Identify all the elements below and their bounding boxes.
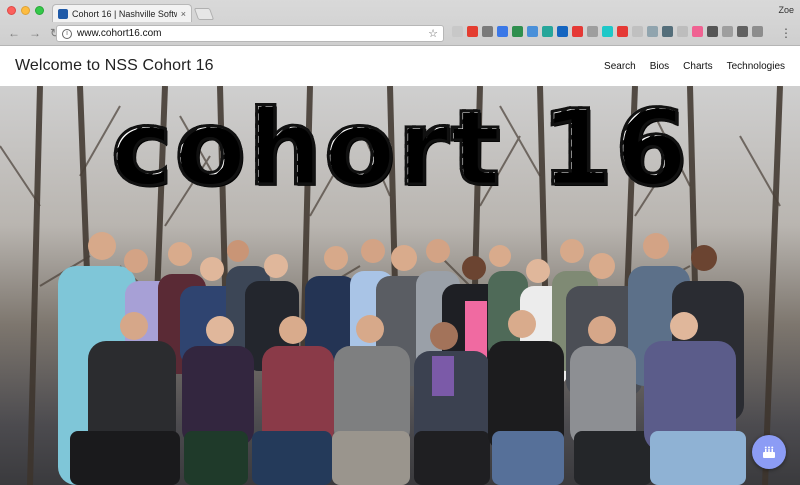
browser-extension-icon[interactable] [587, 26, 598, 37]
browser-extension-icon[interactable] [527, 26, 538, 37]
navigation-buttons: ← → ↻ [8, 26, 60, 40]
birthday-cake-icon [763, 446, 775, 458]
bookmark-star-icon[interactable]: ☆ [428, 27, 438, 40]
browser-extension-icon[interactable] [707, 26, 718, 37]
browser-extension-icon[interactable] [632, 26, 643, 37]
browser-menu-icon[interactable]: ⋮ [780, 26, 792, 40]
browser-extension-icon[interactable] [452, 26, 463, 37]
window-close-button[interactable] [7, 6, 16, 15]
browser-extension-icon[interactable] [692, 26, 703, 37]
hero-title: cohort 16 [0, 95, 800, 202]
nav-link-charts[interactable]: Charts [676, 61, 719, 72]
new-tab-button[interactable] [193, 8, 215, 20]
browser-extension-icon[interactable] [542, 26, 553, 37]
browser-extension-icon[interactable] [677, 26, 688, 37]
window-minimize-button[interactable] [21, 6, 30, 15]
address-bar[interactable]: i www.cohort16.com ☆ [56, 25, 444, 42]
browser-extension-icon[interactable] [512, 26, 523, 37]
profile-name[interactable]: Zoe [778, 5, 794, 15]
browser-extension-icon[interactable] [737, 26, 748, 37]
browser-extension-icon[interactable] [617, 26, 628, 37]
birthday-button[interactable] [752, 435, 786, 469]
nav-link-search[interactable]: Search [597, 61, 643, 72]
hero-photo: cohort 16 [0, 86, 800, 485]
browser-extension-icon[interactable] [572, 26, 583, 37]
browser-extension-icon[interactable] [467, 26, 478, 37]
browser-tab[interactable]: Cohort 16 | Nashville Software × [52, 4, 192, 22]
url-text[interactable]: www.cohort16.com [77, 28, 423, 39]
window-controls [7, 6, 44, 15]
nav-link-technologies[interactable]: Technologies [720, 61, 792, 72]
browser-chrome: Cohort 16 | Nashville Software × Zoe ← →… [0, 0, 800, 46]
extensions-toolbar [452, 26, 763, 37]
browser-extension-icon[interactable] [662, 26, 673, 37]
window-maximize-button[interactable] [35, 6, 44, 15]
site-favicon-icon [58, 8, 68, 19]
tab-close-icon[interactable]: × [181, 9, 186, 19]
back-icon[interactable]: ← [8, 26, 20, 40]
site-brand[interactable]: Welcome to NSS Cohort 16 [15, 57, 214, 75]
site-navbar: Welcome to NSS Cohort 16 Search Bios Cha… [0, 46, 800, 86]
nav-link-bios[interactable]: Bios [643, 61, 676, 72]
browser-extension-icon[interactable] [557, 26, 568, 37]
browser-extension-icon[interactable] [482, 26, 493, 37]
browser-extension-icon[interactable] [497, 26, 508, 37]
browser-extension-icon[interactable] [752, 26, 763, 37]
forward-icon[interactable]: → [29, 26, 41, 40]
browser-extension-icon[interactable] [602, 26, 613, 37]
nav-links: Search Bios Charts Technologies [597, 61, 792, 72]
site-info-icon[interactable]: i [62, 28, 72, 39]
browser-extension-icon[interactable] [722, 26, 733, 37]
browser-extension-icon[interactable] [647, 26, 658, 37]
tab-title: Cohort 16 | Nashville Software [72, 8, 177, 19]
